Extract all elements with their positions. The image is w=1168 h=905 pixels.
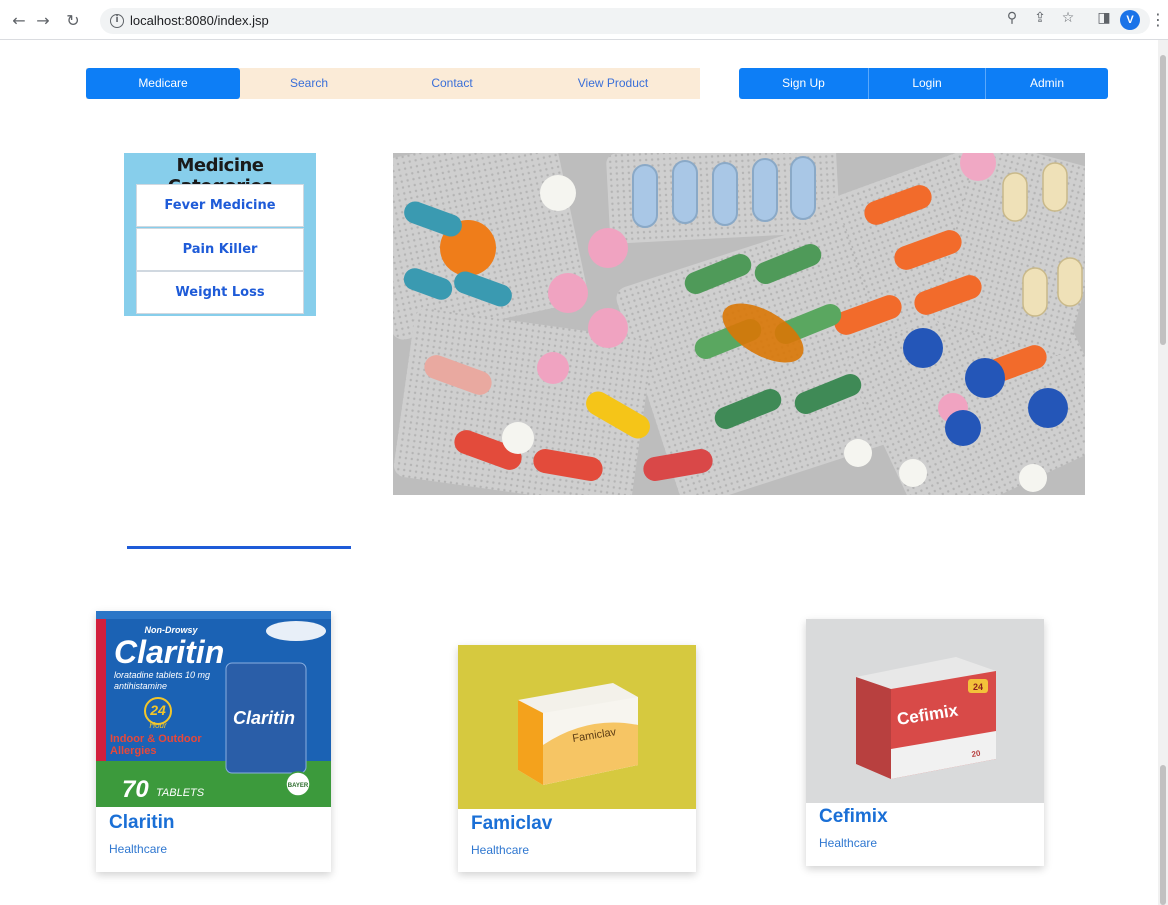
signup-button[interactable]: Sign Up bbox=[739, 68, 868, 99]
product-category: Healthcare bbox=[819, 836, 878, 850]
box-text: antihistamine bbox=[114, 681, 167, 691]
share-icon[interactable]: ⇪ bbox=[1030, 10, 1050, 26]
product-image-famiclav[interactable]: Famiclav bbox=[458, 645, 696, 809]
divider-line bbox=[127, 546, 351, 549]
box-text: TABLETS bbox=[156, 787, 205, 799]
box-text: Claritin bbox=[114, 634, 224, 670]
side-panel-icon[interactable]: ◨ bbox=[1094, 10, 1114, 26]
browser-toolbar: ← → ↻ i localhost:8080/index.jsp ⚲ ⇪ ☆ ◨… bbox=[0, 0, 1168, 40]
product-image-claritin[interactable]: Non-Drowsy Claritin loratadine tablets 1… bbox=[96, 611, 331, 807]
nav-contact[interactable]: Contact bbox=[378, 68, 526, 99]
box-text: BAYER bbox=[288, 783, 309, 789]
url-text[interactable]: localhost:8080/index.jsp bbox=[130, 13, 269, 28]
scrollbar-thumb[interactable] bbox=[1160, 55, 1166, 345]
admin-button[interactable]: Admin bbox=[986, 68, 1108, 99]
menu-kebab-icon[interactable]: ⋮ bbox=[1150, 10, 1166, 30]
product-name[interactable]: Famiclav bbox=[471, 813, 552, 835]
category-weight-loss[interactable]: Weight Loss bbox=[136, 271, 304, 314]
nav-search[interactable]: Search bbox=[240, 68, 378, 99]
zoom-icon[interactable]: ⚲ bbox=[1002, 10, 1022, 26]
bookmark-star-icon[interactable]: ☆ bbox=[1058, 10, 1078, 26]
auth-navbar: Sign Up Login Admin bbox=[739, 68, 1108, 99]
box-text: Indoor & Outdoor bbox=[110, 733, 202, 745]
product-name[interactable]: Claritin bbox=[109, 812, 174, 834]
box-text: Hour bbox=[149, 721, 167, 730]
product-card-claritin[interactable]: Non-Drowsy Claritin loratadine tablets 1… bbox=[96, 611, 331, 872]
product-category: Healthcare bbox=[109, 842, 168, 856]
scrollbar-thumb[interactable] bbox=[1160, 765, 1166, 905]
product-card-cefimix[interactable]: 24 Cefimix 20 Cefimix Healthcare bbox=[806, 619, 1044, 866]
nav-view-product[interactable]: View Product bbox=[526, 68, 700, 99]
box-text: 24 bbox=[149, 702, 166, 718]
login-button[interactable]: Login bbox=[869, 68, 985, 99]
hero-pills-image bbox=[393, 153, 1085, 495]
box-text: loratadine tablets 10 mg bbox=[114, 670, 210, 680]
category-fever-medicine[interactable]: Fever Medicine bbox=[136, 184, 304, 227]
box-text: 70 bbox=[122, 776, 149, 803]
box-text: Claritin bbox=[233, 708, 295, 728]
product-name[interactable]: Cefimix bbox=[819, 806, 888, 828]
profile-avatar[interactable]: V bbox=[1120, 10, 1140, 30]
medicine-categories-panel: Medicine Categories Fever Medicine Pain … bbox=[124, 153, 316, 316]
forward-icon[interactable]: → bbox=[32, 10, 54, 32]
reload-icon[interactable]: ↻ bbox=[62, 10, 84, 32]
product-card-famiclav[interactable]: Famiclav Famiclav Healthcare bbox=[458, 645, 696, 872]
brand-link[interactable]: Medicare bbox=[86, 68, 240, 99]
info-icon[interactable]: i bbox=[110, 14, 124, 28]
main-navbar: Medicare Search Contact View Product bbox=[86, 68, 700, 99]
box-text: Allergies bbox=[110, 745, 156, 757]
product-category: Healthcare bbox=[471, 843, 530, 857]
product-image-cefimix[interactable]: 24 Cefimix 20 bbox=[806, 619, 1044, 803]
box-text: 24 bbox=[973, 682, 983, 692]
address-bar[interactable]: i localhost:8080/index.jsp bbox=[100, 8, 1150, 34]
category-pain-killer[interactable]: Pain Killer bbox=[136, 228, 304, 271]
back-icon[interactable]: ← bbox=[8, 10, 30, 32]
